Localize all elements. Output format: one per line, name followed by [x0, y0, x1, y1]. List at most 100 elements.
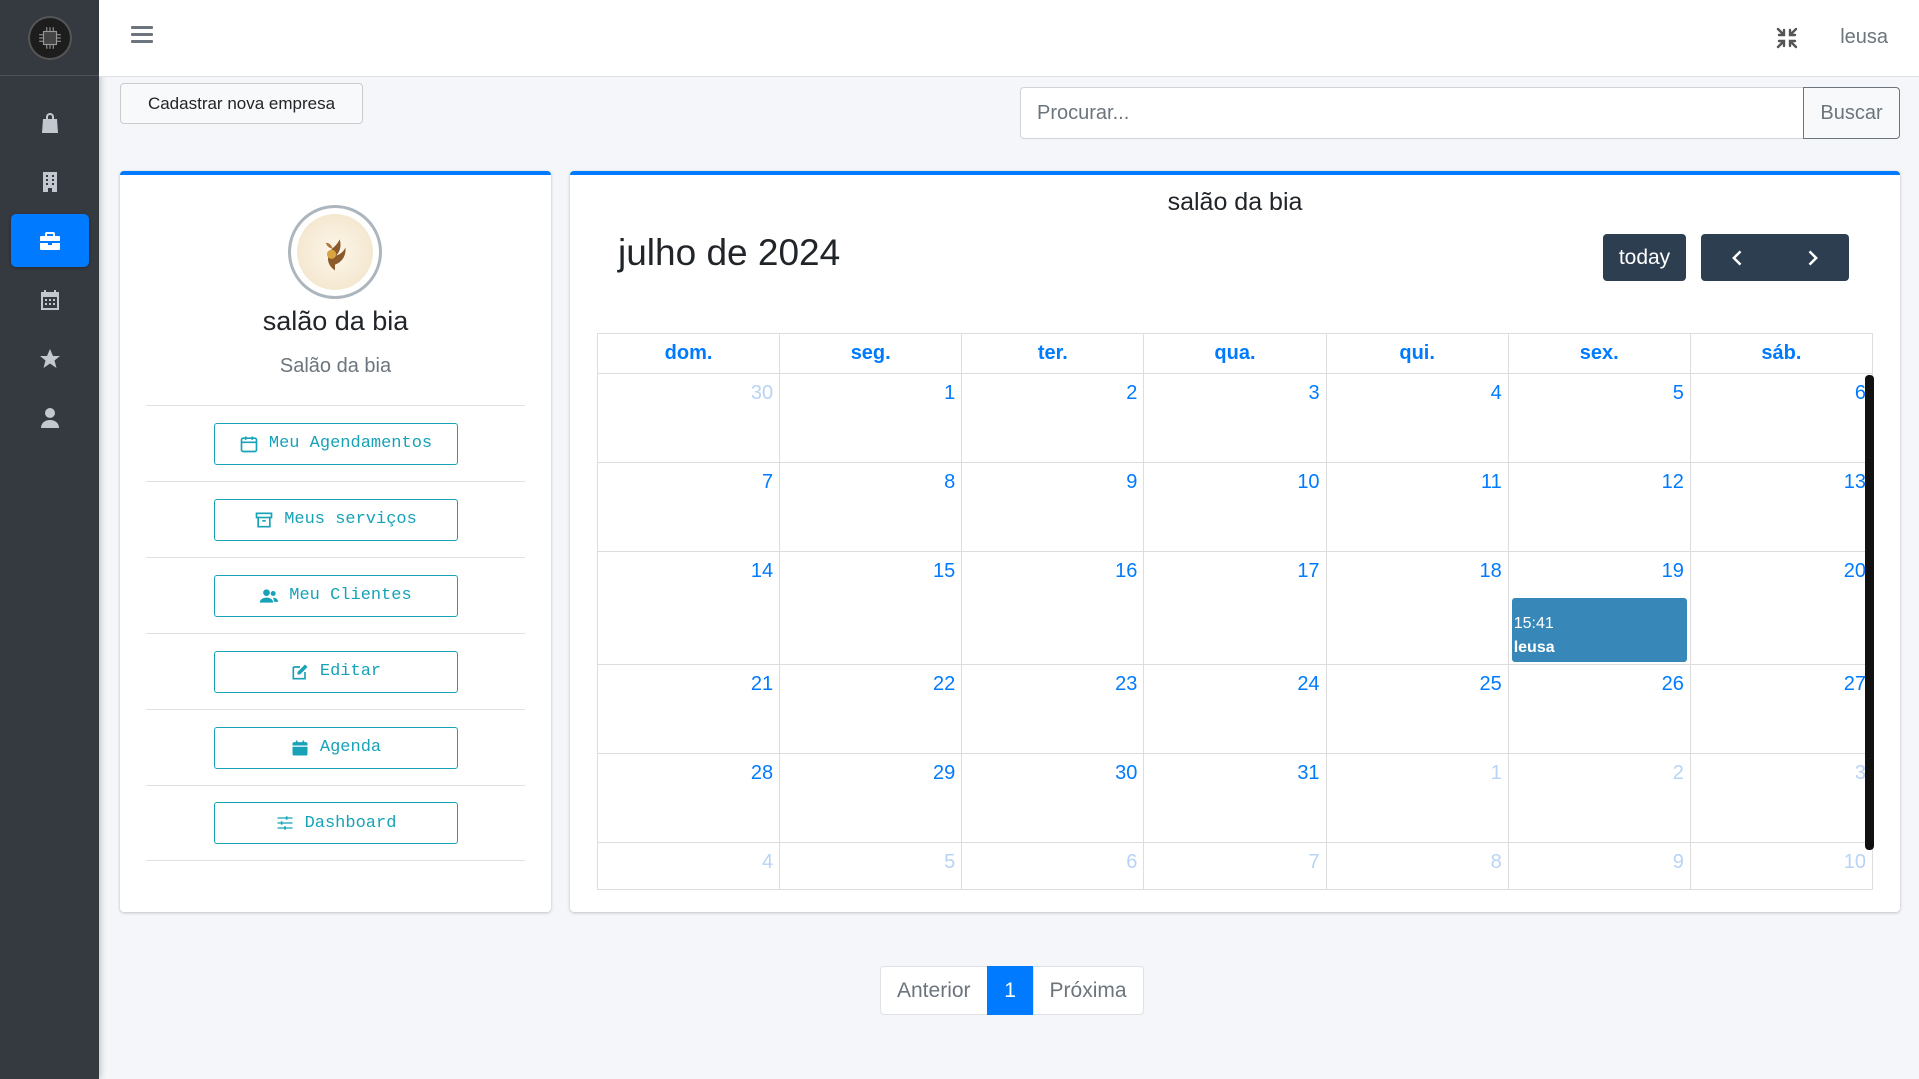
day-cell[interactable]: 7 — [596, 462, 781, 552]
day-cell[interactable]: 7 — [1143, 842, 1327, 890]
day-cell[interactable]: 5 — [779, 842, 963, 890]
day-cell[interactable]: 8 — [1325, 842, 1509, 890]
day-number[interactable]: 3 — [1308, 382, 1319, 404]
day-cell[interactable]: 17 — [1143, 551, 1327, 665]
day-cell[interactable]: 23 — [961, 664, 1145, 754]
day-cell[interactable]: 21 — [596, 664, 781, 754]
day-number[interactable]: 23 — [1115, 673, 1137, 695]
day-cell[interactable]: 25 — [1325, 664, 1509, 754]
day-cell[interactable]: 2 — [1507, 753, 1691, 843]
day-number[interactable]: 17 — [1297, 560, 1319, 582]
day-number[interactable]: 1 — [1491, 762, 1502, 784]
day-cell[interactable]: 24 — [1143, 664, 1327, 754]
day-number[interactable]: 19 — [1662, 560, 1684, 582]
day-cell[interactable]: 11 — [1325, 462, 1509, 552]
day-number[interactable]: 2 — [1126, 382, 1137, 404]
day-number[interactable]: 31 — [1297, 762, 1319, 784]
search-input[interactable] — [1020, 87, 1805, 139]
day-cell[interactable]: 10 — [1689, 842, 1874, 890]
calendar-event[interactable]: 15:41 leusa — [1511, 598, 1687, 662]
day-cell[interactable]: 10 — [1143, 462, 1327, 552]
day-cell[interactable]: 8 — [779, 462, 963, 552]
day-cell[interactable]: 6 — [1689, 373, 1874, 463]
day-number[interactable]: 21 — [751, 673, 773, 695]
day-cell[interactable]: 27 — [1689, 664, 1874, 754]
brand-logo[interactable] — [29, 17, 70, 58]
day-cell[interactable]: 16 — [961, 551, 1145, 665]
day-number[interactable]: 4 — [1491, 382, 1502, 404]
day-number[interactable]: 25 — [1479, 673, 1501, 695]
next-month-button[interactable] — [1775, 234, 1849, 281]
day-number[interactable]: 9 — [1126, 471, 1137, 493]
day-number[interactable]: 30 — [1115, 762, 1137, 784]
sidebar-item-business[interactable] — [11, 214, 89, 267]
next-page-button[interactable]: Próxima — [1032, 966, 1144, 1015]
new-company-button[interactable]: Cadastrar nova empresa — [120, 83, 363, 124]
day-number[interactable]: 4 — [762, 851, 773, 873]
day-number[interactable]: 24 — [1297, 673, 1319, 695]
day-cell[interactable]: 13 — [1689, 462, 1874, 552]
day-number[interactable]: 26 — [1662, 673, 1684, 695]
my-services-button[interactable]: Meus serviços — [213, 498, 458, 541]
sidebar-item-favorites[interactable] — [11, 332, 89, 385]
day-cell[interactable]: 3 — [1143, 373, 1327, 463]
day-cell[interactable]: 29 — [779, 753, 963, 843]
day-number[interactable]: 14 — [751, 560, 773, 582]
hamburger-menu-icon[interactable] — [131, 26, 153, 48]
previous-page-button[interactable]: Anterior — [880, 966, 988, 1015]
day-number[interactable]: 28 — [751, 762, 773, 784]
day-cell[interactable]: 31 — [1143, 753, 1327, 843]
day-number[interactable]: 13 — [1844, 471, 1866, 493]
day-number[interactable]: 30 — [751, 382, 773, 404]
day-cell[interactable]: 4 — [596, 842, 781, 890]
sidebar-item-calendar[interactable] — [11, 273, 89, 326]
search-button[interactable]: Buscar — [1803, 87, 1900, 139]
day-cell[interactable]: 15 — [779, 551, 963, 665]
agenda-button[interactable]: Agenda — [213, 726, 458, 769]
day-number[interactable]: 18 — [1479, 560, 1501, 582]
day-number[interactable]: 5 — [1673, 382, 1684, 404]
day-number[interactable]: 15 — [933, 560, 955, 582]
day-number[interactable]: 7 — [762, 471, 773, 493]
day-number[interactable]: 2 — [1673, 762, 1684, 784]
dashboard-button[interactable]: Dashboard — [213, 802, 458, 844]
day-cell[interactable]: 30 — [596, 373, 781, 463]
day-cell[interactable]: 26 — [1507, 664, 1691, 754]
day-cell[interactable]: 12 — [1507, 462, 1691, 552]
day-number[interactable]: 1 — [944, 382, 955, 404]
day-number[interactable]: 29 — [933, 762, 955, 784]
day-number[interactable]: 6 — [1126, 851, 1137, 873]
day-cell[interactable]: 14 — [596, 551, 781, 665]
edit-button[interactable]: Editar — [213, 650, 458, 693]
day-cell[interactable]: 6 — [961, 842, 1145, 890]
day-cell[interactable]: 20 — [1689, 551, 1874, 665]
sidebar-item-shop[interactable] — [11, 96, 89, 149]
day-cell[interactable]: 18 — [1325, 551, 1509, 665]
day-number[interactable]: 20 — [1844, 560, 1866, 582]
day-cell[interactable]: 4 — [1325, 373, 1509, 463]
day-number[interactable]: 12 — [1662, 471, 1684, 493]
day-number[interactable]: 8 — [944, 471, 955, 493]
day-cell[interactable]: 19 15:41 leusa — [1507, 551, 1691, 665]
day-cell[interactable]: 1 — [1325, 753, 1509, 843]
day-number[interactable]: 7 — [1308, 851, 1319, 873]
sidebar-item-profile[interactable] — [11, 391, 89, 444]
day-cell[interactable]: 30 — [961, 753, 1145, 843]
sidebar-item-companies[interactable] — [11, 155, 89, 208]
current-page-button[interactable]: 1 — [986, 966, 1034, 1015]
compress-icon[interactable] — [1775, 26, 1799, 50]
user-menu[interactable]: leusa — [1840, 26, 1888, 49]
day-cell[interactable]: 9 — [961, 462, 1145, 552]
today-button[interactable]: today — [1603, 234, 1686, 281]
day-cell[interactable]: 3 — [1689, 753, 1874, 843]
my-clients-button[interactable]: Meu Clientes — [213, 574, 458, 617]
day-number[interactable]: 9 — [1673, 851, 1684, 873]
day-cell[interactable]: 1 — [779, 373, 963, 463]
day-cell[interactable]: 5 — [1507, 373, 1691, 463]
day-cell[interactable]: 28 — [596, 753, 781, 843]
previous-month-button[interactable] — [1701, 234, 1775, 281]
day-number[interactable]: 10 — [1844, 851, 1866, 873]
day-number[interactable]: 11 — [1481, 471, 1502, 493]
day-cell[interactable]: 22 — [779, 664, 963, 754]
day-number[interactable]: 5 — [944, 851, 955, 873]
